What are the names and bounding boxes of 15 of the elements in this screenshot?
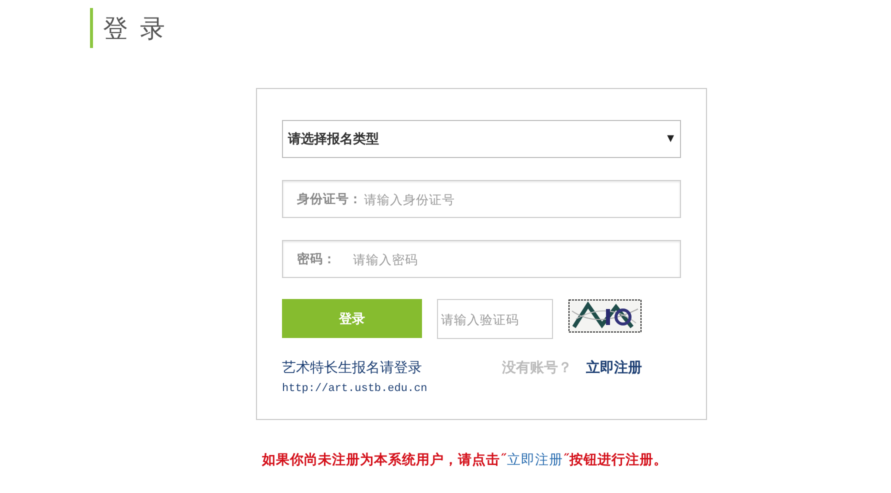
no-account-text: 没有账号？ (502, 359, 572, 377)
page-title: 登 录 (103, 12, 167, 44)
field-label: 密码： (297, 250, 337, 268)
text-input[interactable]: 请输入身份证号 (362, 190, 680, 208)
password-field[interactable]: 密码： 请输入密码 (282, 240, 681, 278)
type-dropdown[interactable]: 请选择报名类型 ▼ (282, 120, 681, 158)
field-label: 身份证号： (297, 190, 362, 208)
register-notice: 如果你尚未注册为本系统用户，请点击˝立即注册˝按钮进行注册。 (262, 451, 668, 469)
site-title: 艺术特长生报名请登录 (282, 359, 423, 377)
text-input[interactable]: 请输入密码 (351, 250, 680, 268)
id-number-field[interactable]: 身份证号： 请输入身份证号 (282, 180, 681, 218)
register-link[interactable]: 立即注册 (506, 452, 563, 468)
register-link[interactable]: 立即注册 (586, 359, 642, 377)
site-url: http://art.ustb.edu.cn (282, 383, 428, 395)
captcha-field[interactable]: 请输入验证码 (437, 299, 553, 339)
